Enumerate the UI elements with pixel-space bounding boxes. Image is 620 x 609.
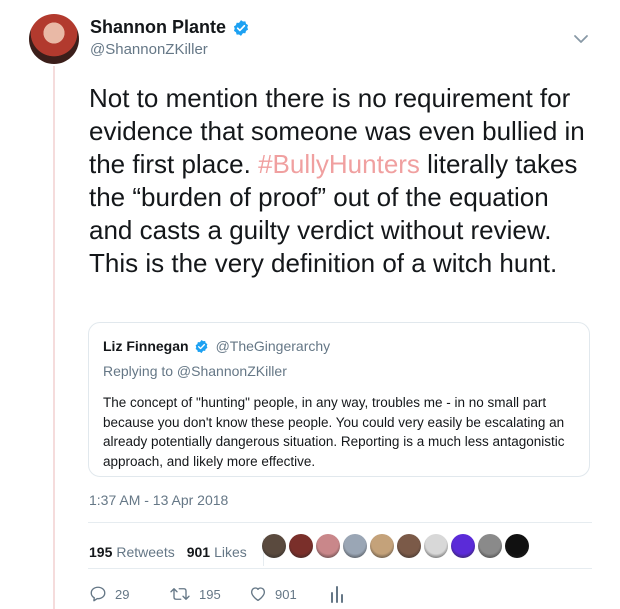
author-avatar[interactable] xyxy=(29,14,79,64)
thread-line xyxy=(53,66,55,609)
likes-count[interactable]: 901 xyxy=(187,544,210,560)
retweet-button[interactable]: 195 xyxy=(169,585,249,603)
liker-avatar-3[interactable] xyxy=(316,534,340,558)
like-count: 901 xyxy=(275,586,297,602)
liker-avatar-2[interactable] xyxy=(289,534,313,558)
tweet-text: Not to mention there is no requirement f… xyxy=(89,82,599,280)
liker-avatar-8[interactable] xyxy=(451,534,475,558)
verified-badge-icon xyxy=(195,339,207,353)
reply-icon xyxy=(90,586,106,602)
quoted-author-handle: @TheGingerarchy xyxy=(215,338,331,354)
analytics-icon xyxy=(331,586,343,603)
verified-badge-icon xyxy=(233,19,249,36)
heart-icon xyxy=(250,587,266,602)
liker-avatar-4[interactable] xyxy=(343,534,367,558)
retweet-icon xyxy=(170,588,190,600)
likes-label[interactable]: Likes xyxy=(214,544,247,560)
reply-button[interactable]: 29 xyxy=(89,585,159,603)
tweet-timestamp[interactable]: 1:37 AM - 13 Apr 2018 xyxy=(89,492,228,508)
liker-avatar-1[interactable] xyxy=(262,534,286,558)
author-handle[interactable]: @ShannonZKiller xyxy=(90,41,250,58)
retweets-count[interactable]: 195 xyxy=(89,544,112,560)
replying-to: Replying to @ShannonZKiller xyxy=(103,363,287,379)
tweet-actions: 29 195 901 xyxy=(89,585,345,603)
liker-avatar-6[interactable] xyxy=(397,534,421,558)
quoted-tweet[interactable]: Liz Finnegan @TheGingerarchy Replying to… xyxy=(88,322,590,477)
liker-avatar-9[interactable] xyxy=(478,534,502,558)
divider xyxy=(88,568,592,569)
liker-avatar-7[interactable] xyxy=(424,534,448,558)
tweet-header: Shannon Plante @ShannonZKiller xyxy=(90,17,250,58)
hashtag-link[interactable]: #BullyHunters xyxy=(258,149,420,179)
quoted-author-name: Liz Finnegan xyxy=(103,338,189,354)
tweet-stats: 195 Retweets 901 Likes xyxy=(89,538,274,566)
liker-avatar-10[interactable] xyxy=(505,534,529,558)
analytics-button[interactable] xyxy=(329,585,345,603)
author-name[interactable]: Shannon Plante xyxy=(90,17,226,38)
divider xyxy=(88,522,592,523)
liker-avatar-5[interactable] xyxy=(370,534,394,558)
likers-avatar-list xyxy=(262,534,529,558)
like-button[interactable]: 901 xyxy=(249,585,329,603)
reply-count: 29 xyxy=(115,586,130,602)
chevron-down-icon[interactable] xyxy=(573,33,589,45)
quoted-tweet-text: The concept of "hunting" people, in any … xyxy=(103,395,565,469)
retweet-count: 195 xyxy=(199,586,221,602)
retweets-label[interactable]: Retweets xyxy=(116,544,174,560)
